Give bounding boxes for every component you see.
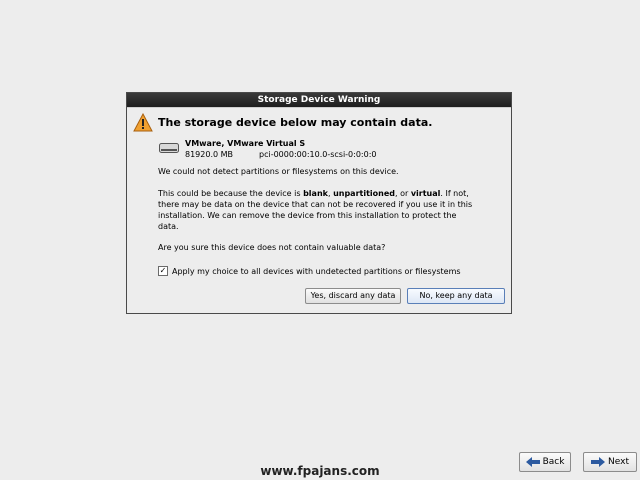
explanation-bold-blank: blank <box>303 189 328 198</box>
device-name: VMware, VMware Virtual S <box>185 139 306 148</box>
explanation-bold-virtual: virtual <box>410 189 441 198</box>
apply-all-label[interactable]: Apply my choice to all devices with unde… <box>172 267 461 276</box>
device-size: 81920.0 MB <box>185 150 234 159</box>
explanation-text: This could be because the device is blan… <box>158 188 478 232</box>
storage-warning-dialog: Storage Device Warning The storage devic… <box>126 92 512 314</box>
hard-disk-icon <box>159 143 179 153</box>
dialog-content: The storage device below may contain dat… <box>127 107 511 313</box>
dialog-title: Storage Device Warning <box>127 93 511 107</box>
warning-icon <box>133 113 153 132</box>
explanation-part: , or <box>395 189 411 198</box>
footer-watermark-url: www.fpajans.com <box>260 464 380 478</box>
keep-data-button[interactable]: No, keep any data <box>407 288 505 304</box>
explanation-part: This could be because the device is <box>158 189 304 198</box>
discard-data-button[interactable]: Yes, discard any data <box>305 288 401 304</box>
apply-all-checkbox[interactable]: ✓ <box>158 266 168 276</box>
dialog-headline: The storage device below may contain dat… <box>158 116 433 129</box>
no-partitions-text: We could not detect partitions or filesy… <box>158 167 399 176</box>
device-path: pci-0000:00:10.0-scsi-0:0:0:0 <box>259 150 377 159</box>
confirmation-question: Are you sure this device does not contai… <box>158 243 386 252</box>
apply-all-checkbox-row[interactable]: ✓ Apply my choice to all devices with un… <box>158 266 461 276</box>
explanation-bold-unpartitioned: unpartitioned <box>333 189 395 198</box>
